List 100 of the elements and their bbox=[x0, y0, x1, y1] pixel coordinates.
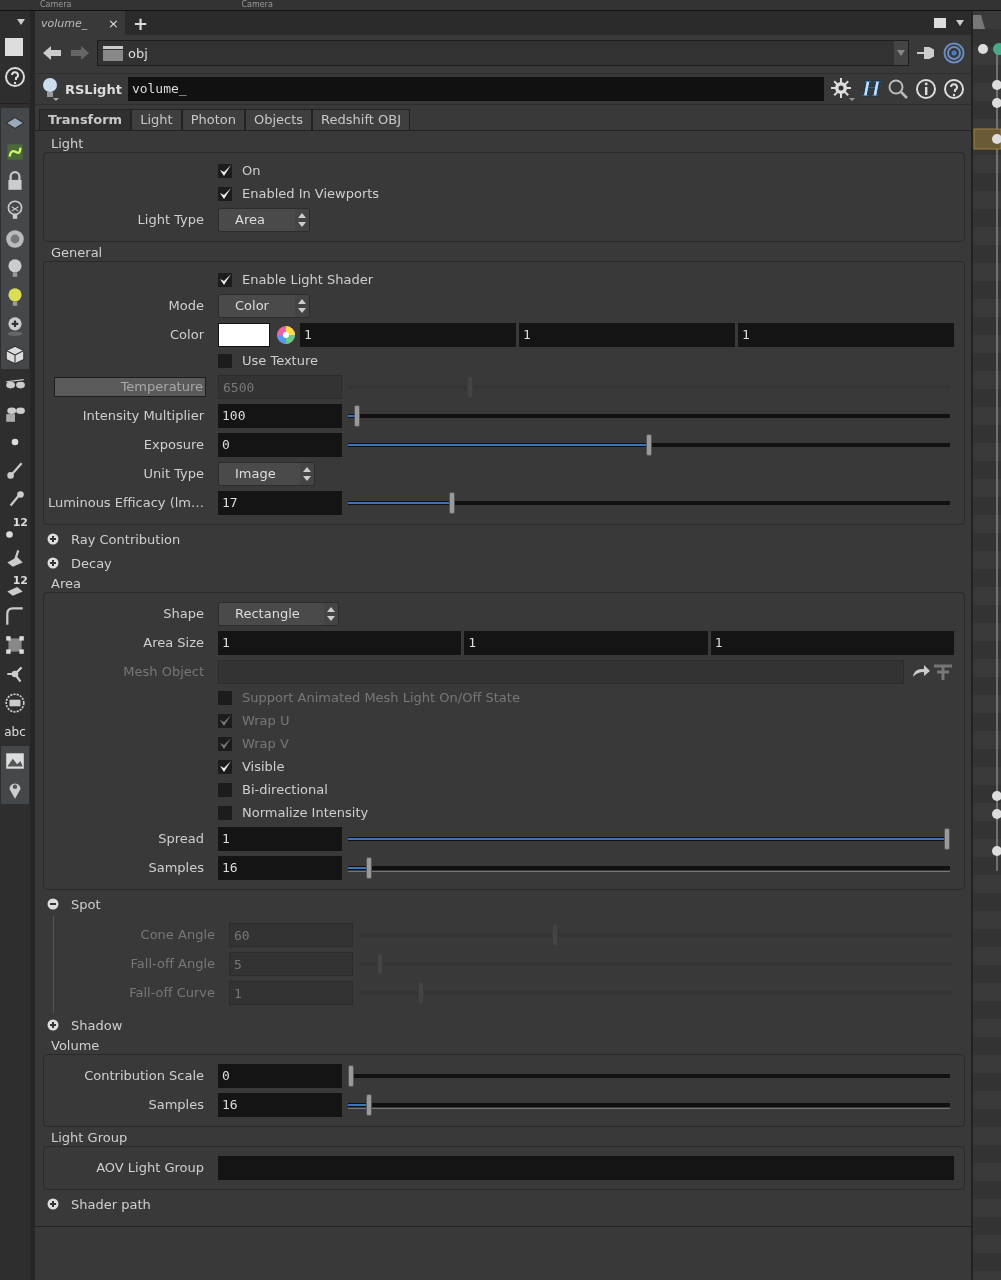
folder-title[interactable]: Spot bbox=[71, 896, 101, 912]
tab[interactable]: Light bbox=[131, 109, 182, 130]
tab[interactable]: Redshift OBJ bbox=[312, 109, 410, 130]
help-icon[interactable] bbox=[4, 65, 26, 88]
cube-icon[interactable] bbox=[4, 343, 26, 366]
gear-icon[interactable] bbox=[830, 77, 857, 101]
slider-handle[interactable] bbox=[365, 1093, 372, 1116]
folder-title[interactable]: Shader path bbox=[71, 1196, 151, 1212]
folder-title[interactable]: Decay bbox=[71, 555, 112, 571]
square-icon[interactable] bbox=[4, 36, 26, 59]
slider-handle[interactable] bbox=[449, 491, 456, 514]
text-tool-label[interactable]: abc bbox=[4, 724, 26, 739]
back-arrow-icon[interactable] bbox=[41, 43, 63, 63]
pane-layout-icon[interactable] bbox=[933, 17, 947, 29]
folder-toggle-icon[interactable] bbox=[47, 557, 59, 569]
checkbox-label: Normalize Intensity bbox=[242, 805, 369, 820]
bulb-icon[interactable] bbox=[4, 314, 26, 337]
parameter-label: Mesh Object bbox=[122, 664, 205, 679]
pane-tab-label[interactable]: Camera bbox=[241, 0, 273, 10]
number-field[interactable]: 1 bbox=[218, 826, 342, 851]
parameter-label: Spread bbox=[157, 831, 205, 846]
number-field[interactable]: 0 bbox=[218, 1063, 342, 1088]
folder-toggle-icon[interactable] bbox=[47, 898, 59, 910]
checkbox-label: Wrap V bbox=[242, 736, 289, 751]
checkbox[interactable] bbox=[218, 805, 232, 820]
circle-icon[interactable] bbox=[4, 691, 26, 714]
tool-number-label: 12 bbox=[12, 574, 28, 587]
pane-tab-label[interactable]: Camera bbox=[40, 0, 72, 10]
curve-icon[interactable] bbox=[4, 604, 26, 627]
checkbox[interactable] bbox=[218, 163, 232, 178]
folder-toggle-icon[interactable] bbox=[47, 1198, 59, 1210]
spinner-arrows-icon[interactable] bbox=[323, 602, 338, 625]
color-wheel-icon[interactable] bbox=[276, 324, 296, 345]
target-icon[interactable] bbox=[943, 42, 965, 64]
help-icon[interactable] bbox=[943, 78, 965, 100]
dropdown-arrow-icon[interactable] bbox=[955, 19, 965, 27]
bulb-icon[interactable] bbox=[41, 77, 59, 101]
checkbox[interactable] bbox=[218, 782, 232, 797]
checkbox[interactable] bbox=[218, 353, 232, 368]
dropdown[interactable]: Color bbox=[218, 293, 310, 318]
tab[interactable]: Transform bbox=[39, 109, 132, 130]
checkbox[interactable] bbox=[218, 186, 232, 201]
parameter-label: Samples bbox=[147, 860, 205, 875]
tab[interactable]: Objects bbox=[244, 109, 313, 130]
spinner-arrows-icon[interactable] bbox=[299, 462, 314, 485]
section-title: Light Group bbox=[50, 1129, 128, 1146]
color-swatch[interactable] bbox=[218, 322, 270, 347]
parameter-label: AOV Light Group bbox=[95, 1160, 205, 1175]
number-field[interactable]: 100 bbox=[218, 403, 342, 428]
dropdown[interactable]: Area bbox=[218, 207, 310, 232]
info-icon[interactable] bbox=[915, 78, 937, 100]
close-tab-button[interactable]: × bbox=[108, 15, 119, 31]
checkbox-label: Support Animated Mesh Light On/Off State bbox=[242, 690, 520, 705]
node-name-field[interactable]: volume_ bbox=[127, 77, 825, 101]
grid-icon[interactable] bbox=[4, 633, 26, 656]
slider-handle[interactable] bbox=[365, 856, 372, 879]
help-menu-button[interactable]: H bbox=[862, 77, 881, 101]
number-field[interactable]: 16 bbox=[218, 1092, 342, 1117]
slider-handle[interactable] bbox=[944, 827, 950, 850]
checkbox-label: Use Texture bbox=[242, 353, 318, 368]
parameter-label: Light Type bbox=[136, 212, 205, 227]
section-title: General bbox=[50, 244, 103, 261]
path-field[interactable]: obj bbox=[97, 40, 909, 66]
section-title: Area bbox=[50, 575, 81, 592]
checkbox[interactable] bbox=[218, 759, 232, 774]
spinner-arrows-icon[interactable] bbox=[295, 294, 309, 317]
number-field[interactable]: 1 bbox=[464, 630, 708, 655]
disc-icon[interactable] bbox=[4, 227, 26, 250]
parameter-label: Contribution Scale bbox=[83, 1068, 205, 1083]
slider-handle[interactable] bbox=[348, 1064, 354, 1087]
slider-handle[interactable] bbox=[353, 404, 360, 427]
number-field[interactable]: 1 bbox=[519, 322, 735, 347]
checkbox[interactable] bbox=[218, 272, 232, 287]
section-title: Light bbox=[50, 135, 84, 152]
add-tab-button[interactable]: + bbox=[133, 12, 149, 34]
tab[interactable]: Photon bbox=[181, 109, 245, 130]
number-field[interactable]: 1 bbox=[710, 630, 954, 655]
number-field[interactable]: 1 bbox=[218, 630, 462, 655]
folder-toggle-icon[interactable] bbox=[47, 533, 59, 545]
spinner-arrows-icon[interactable] bbox=[295, 208, 309, 231]
pane-tab[interactable]: volume_ × bbox=[35, 11, 125, 35]
folder-toggle-icon[interactable] bbox=[47, 1019, 59, 1031]
number-field[interactable]: 1 bbox=[738, 322, 954, 347]
dropdown-arrow-icon[interactable] bbox=[16, 18, 26, 26]
number-field[interactable]: 16 bbox=[218, 855, 342, 880]
dropdown[interactable]: Rectangle bbox=[218, 601, 339, 626]
pin-icon[interactable] bbox=[915, 44, 937, 62]
dropdown[interactable]: Image bbox=[218, 461, 315, 486]
slider-handle[interactable] bbox=[646, 433, 652, 456]
number-field[interactable]: 0 bbox=[218, 432, 342, 457]
folder-title[interactable]: Ray Contribution bbox=[71, 531, 181, 547]
number-field[interactable]: 1 bbox=[300, 322, 516, 347]
checkbox-label: On bbox=[242, 163, 261, 178]
parameter-label: Samples bbox=[147, 1097, 205, 1112]
text-field[interactable] bbox=[218, 1155, 954, 1180]
parameter-label: Exposure bbox=[142, 437, 205, 452]
number-field[interactable]: 17 bbox=[218, 490, 342, 515]
folder-title[interactable]: Shadow bbox=[71, 1017, 123, 1033]
checkbox-label: Enable Light Shader bbox=[242, 272, 374, 287]
search-icon[interactable] bbox=[887, 78, 909, 100]
